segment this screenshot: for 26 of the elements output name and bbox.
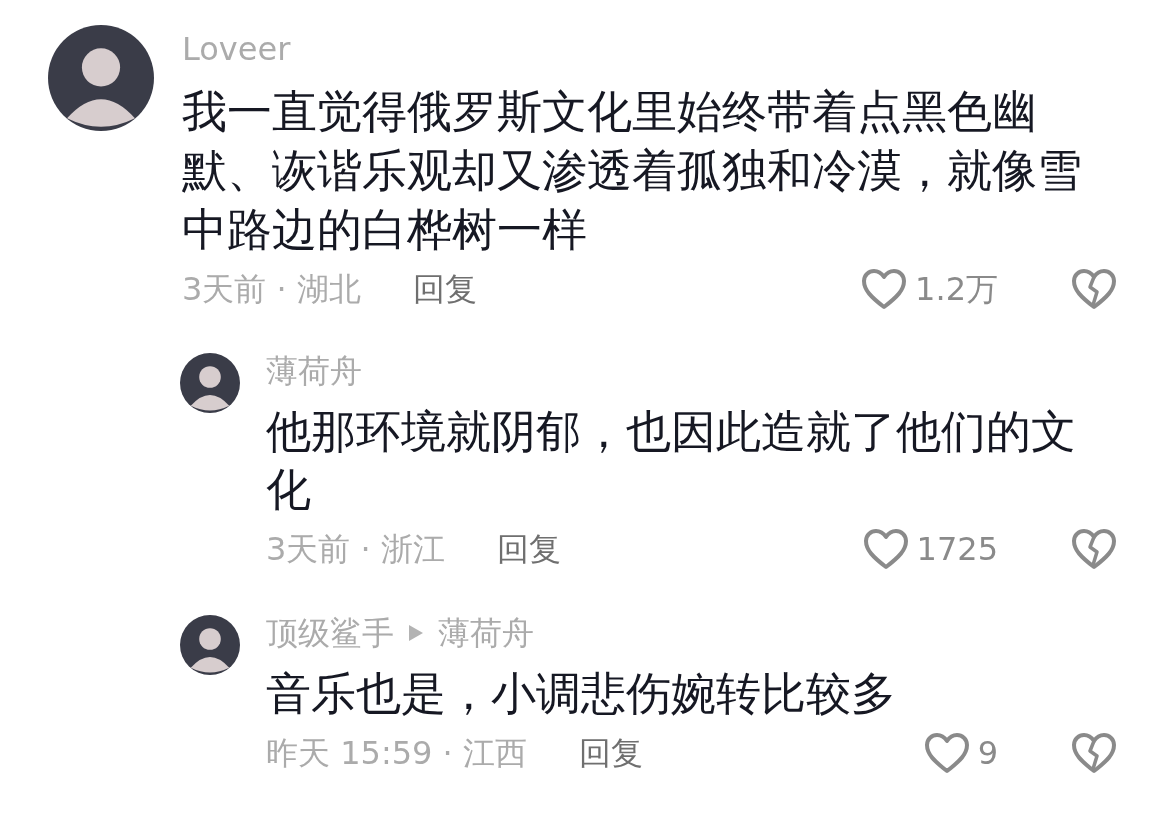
reply-button[interactable]: 回复: [578, 729, 643, 777]
timestamp-location: 3天前 · 浙江: [266, 529, 445, 570]
heart-icon[interactable]: [923, 732, 970, 774]
timestamp-location: 3天前 · 湖北: [182, 269, 361, 310]
like-count: 1725: [916, 529, 998, 570]
username[interactable]: 顶级鲨手: [266, 609, 394, 657]
username[interactable]: Loveer: [182, 25, 291, 73]
broken-heart-icon[interactable]: [1071, 268, 1117, 310]
reply-arrow-icon: [408, 624, 424, 642]
reply-target-username[interactable]: 薄荷舟: [438, 609, 534, 657]
heart-icon[interactable]: [862, 528, 909, 570]
username[interactable]: 薄荷舟: [266, 347, 362, 395]
avatar[interactable]: [180, 615, 240, 675]
reply-button[interactable]: 回复: [496, 525, 561, 573]
timestamp-location: 昨天 15:59 · 江西: [266, 733, 527, 774]
comment-text: 他那环境就阴郁，也因此造就了他们的文化: [266, 404, 1077, 518]
avatar[interactable]: [180, 353, 240, 413]
like-count: 9: [977, 733, 998, 774]
reply-button[interactable]: 回复: [412, 265, 477, 313]
broken-heart-icon[interactable]: [1071, 732, 1117, 774]
comment-text: 音乐也是，小调悲伤婉转比较多: [266, 666, 897, 722]
like-count: 1.2万: [915, 269, 998, 310]
comment-text: 我一直觉得俄罗斯文化里始终带着点黑色幽默、诙谐乐观却又渗透着孤独和冷漠，就像雪中路边的白桦树一样: [182, 84, 1083, 258]
avatar[interactable]: [48, 25, 154, 131]
heart-icon[interactable]: [861, 268, 908, 310]
broken-heart-icon[interactable]: [1071, 528, 1117, 570]
